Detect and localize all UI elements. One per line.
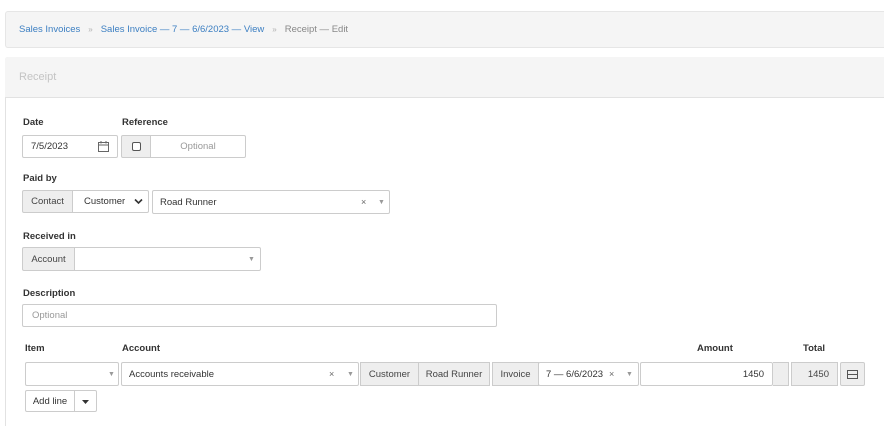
line-invoice-value: 7 — 6/6/2023 [546,368,604,380]
line-invoice-addon: Invoice [492,362,539,386]
description-input[interactable]: Optional [22,304,497,327]
dropdown-caret-icon[interactable]: ▼ [248,256,255,263]
column-header-account: Account [122,343,160,354]
chevron-down-icon [134,197,143,208]
reference-checkbox-addon [121,135,151,158]
account-addon-text: Account [31,253,66,265]
column-header-amount: Amount [697,343,733,354]
breadcrumb-sales-invoices[interactable]: Sales Invoices [19,24,80,35]
received-in-account-select[interactable] [74,247,261,271]
dropdown-caret-icon[interactable]: ▼ [108,371,115,378]
clear-icon[interactable]: × [329,369,334,379]
breadcrumb-sales-invoice-view[interactable]: Sales Invoice — 7 — 6/6/2023 — View [101,24,265,35]
clear-icon[interactable]: × [609,369,614,379]
contact-type-value: Customer [84,196,126,207]
description-placeholder: Optional [32,310,68,321]
reference-checkbox[interactable] [131,142,141,151]
add-line-button[interactable]: Add line [25,390,75,412]
contact-select[interactable]: Road Runner [152,190,390,214]
panel-title: Receipt [5,57,884,98]
reference-input[interactable]: Optional [150,135,246,158]
line-invoice-select[interactable]: 7 — 6/6/2023 [538,362,639,386]
item-select[interactable] [25,362,119,386]
amount-addon [773,362,789,386]
dropdown-caret-icon[interactable]: ▼ [626,371,633,378]
date-label: Date [23,117,44,128]
date-value: 7/5/2023 [31,141,68,152]
add-line-dropdown-button[interactable] [74,390,97,412]
line-total-value: 1450 [807,368,829,380]
line-customer-value-text: Road Runner [425,368,483,380]
contact-addon: Contact [22,190,73,213]
paid-by-label: Paid by [23,173,57,184]
add-line-label: Add line [32,395,68,407]
panel-title-text: Receipt [19,71,57,83]
line-customer-value: Road Runner [418,362,490,386]
received-in-label: Received in [23,231,76,242]
reference-label: Reference [122,117,168,128]
account-addon: Account [22,247,75,271]
breadcrumb-separator: » [272,25,277,34]
contact-value: Road Runner [160,196,217,208]
line-options-button[interactable] [840,362,865,386]
breadcrumb-separator: » [88,25,93,34]
breadcrumb-current: Receipt — Edit [284,24,349,35]
clear-icon[interactable]: × [361,197,366,207]
line-customer-addon: Customer [360,362,419,386]
line-total: 1450 [791,362,838,386]
line-amount-input[interactable]: 1450 [640,362,773,386]
line-account-value: Accounts receivable [129,368,215,380]
description-label: Description [23,288,76,299]
dropdown-caret-icon[interactable]: ▼ [347,371,354,378]
table-icon [847,369,858,379]
dropdown-caret-icon[interactable]: ▼ [378,199,385,206]
column-header-total: Total [803,343,825,354]
line-invoice-addon-text: Invoice [500,368,531,380]
reference-placeholder: Optional [180,141,216,152]
line-customer-addon-text: Customer [368,368,411,380]
column-header-item: Item [25,343,45,354]
line-account-select[interactable]: Accounts receivable [121,362,359,386]
contact-addon-text: Contact [31,196,64,207]
breadcrumb: Sales Invoices » Sales Invoice — 7 — 6/6… [5,11,884,48]
caret-down-icon [82,396,89,407]
calendar-icon[interactable] [98,141,109,152]
line-amount-value: 1450 [742,368,764,380]
